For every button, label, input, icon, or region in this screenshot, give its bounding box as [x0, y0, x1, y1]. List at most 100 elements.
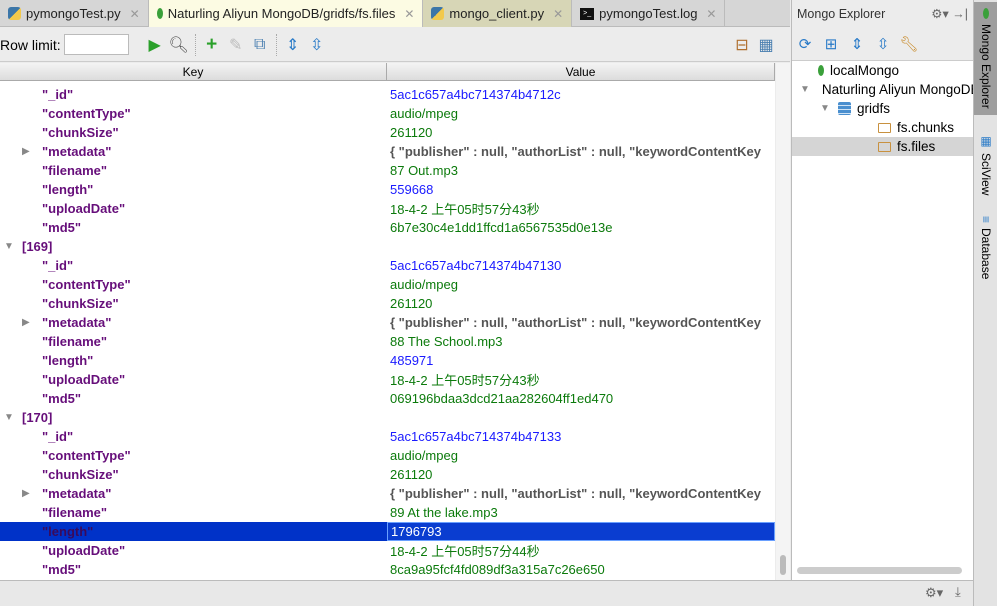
python-icon: [8, 7, 21, 20]
gear-icon[interactable]: ⚙▾: [931, 7, 948, 21]
gear-icon[interactable]: ⚙▾: [925, 585, 943, 601]
node-label: localMongo: [830, 63, 900, 78]
vertical-scrollbar[interactable]: [776, 63, 790, 580]
folder-icon: [878, 122, 891, 133]
value-cell: 88 The School.mp3: [390, 334, 503, 349]
key-cell: "filename": [0, 161, 387, 180]
close-icon[interactable]: ✕: [706, 7, 716, 21]
field-row[interactable]: "contentType" audio/mpeg: [0, 275, 775, 294]
add-icon[interactable]: +: [200, 34, 224, 56]
field-row[interactable]: "md5" 6b7e30c4e1dd1ffcd1a6567535d0e13e: [0, 218, 775, 237]
field-row[interactable]: "filename" 89 At the lake.mp3: [0, 503, 775, 522]
tree-view-icon[interactable]: ⊟: [730, 35, 754, 55]
collapse-all-icon[interactable]: ⇳: [873, 35, 893, 53]
hide-panel-icon[interactable]: →|: [952, 7, 968, 21]
value-cell: 1796793: [387, 522, 775, 541]
expanded-arrow-icon[interactable]: ▼: [4, 412, 14, 423]
table-view-icon[interactable]: ▦: [754, 35, 778, 55]
field-row[interactable]: "_id" 5ac1c657a4bc714374b47130: [0, 256, 775, 275]
value-cell: 6b7e30c4e1dd1ffcd1a6567535d0e13e: [390, 220, 613, 235]
tab-2[interactable]: mongo_client.py ✕: [423, 0, 573, 27]
key-text: "_id": [42, 87, 74, 102]
tree-node-fs-chunks[interactable]: fs.chunks: [792, 118, 974, 137]
side-tab-sciview[interactable]: ▦ SciView: [974, 128, 997, 201]
tree-node-fs-files[interactable]: fs.files: [792, 137, 974, 156]
field-row[interactable]: "contentType" audio/mpeg: [0, 446, 775, 465]
key-text: "metadata": [42, 315, 112, 330]
expand-all-icon[interactable]: ⇕: [281, 35, 305, 55]
document-row[interactable]: ▼ [170]: [0, 408, 775, 427]
settings-wrench-icon[interactable]: 🔧︎: [899, 35, 919, 53]
field-row[interactable]: "filename" 88 The School.mp3: [0, 332, 775, 351]
field-row[interactable]: "chunkSize" 261120: [0, 294, 775, 313]
column-key[interactable]: Key: [0, 63, 387, 80]
field-row[interactable]: "length" 1796793: [0, 522, 775, 541]
value-cell: 5ac1c657a4bc714374b47130: [390, 258, 562, 273]
value-cell: 261120: [390, 467, 433, 482]
key-cell: "length": [0, 522, 387, 541]
value-cell: [387, 408, 775, 427]
key-cell: "md5": [0, 218, 387, 237]
field-row[interactable]: "chunkSize" 261120: [0, 465, 775, 484]
column-value[interactable]: Value: [387, 63, 775, 80]
field-row[interactable]: ▶ "metadata" { "publisher" : null, "author…: [0, 142, 775, 161]
field-row[interactable]: "_id" 5ac1c657a4bc714374b4712c: [0, 85, 775, 104]
key-text: "chunkSize": [42, 125, 119, 140]
key-cell: "_id": [0, 256, 387, 275]
field-row[interactable]: "length" 485971: [0, 351, 775, 370]
scroll-thumb[interactable]: [780, 555, 786, 575]
collapsed-arrow-icon[interactable]: ▶: [22, 317, 30, 328]
tab-0[interactable]: pymongoTest.py ✕: [0, 0, 149, 27]
query-icon[interactable]: ⊞: [821, 35, 841, 53]
key-text: "_id": [42, 258, 74, 273]
key-text: "md5": [42, 562, 82, 577]
collapse-all-icon[interactable]: ⇳: [305, 35, 329, 55]
expanded-arrow-icon[interactable]: ▼: [4, 241, 14, 252]
field-row[interactable]: ▶ "metadata" { "publisher" : null, "author…: [0, 313, 775, 332]
close-icon[interactable]: ✕: [130, 7, 140, 21]
close-icon[interactable]: ✕: [404, 7, 414, 21]
key-text: "md5": [42, 391, 82, 406]
side-tab-mongo-explorer[interactable]: Mongo Explorer: [974, 2, 997, 115]
tree-node-localmongo[interactable]: localMongo: [792, 61, 974, 80]
edit-icon[interactable]: ✎: [224, 35, 248, 55]
field-row[interactable]: "uploadDate" 18-4-2 上午05时57分43秒: [0, 199, 775, 218]
field-row[interactable]: "chunkSize" 261120: [0, 123, 775, 142]
tab-label: pymongoTest.py: [26, 6, 121, 21]
key-text: "_id": [42, 429, 74, 444]
tree-node-naturling-aliyun-mongodb[interactable]: ▼ Naturling Aliyun MongoDB: [792, 80, 974, 99]
collapsed-arrow-icon[interactable]: ▶: [22, 146, 30, 157]
expand-all-icon[interactable]: ⇕: [847, 35, 867, 53]
key-cell: "_id": [0, 85, 387, 104]
field-row[interactable]: "length" 559668: [0, 180, 775, 199]
key-text: "contentType": [42, 448, 131, 463]
field-row[interactable]: "_id" 5ac1c657a4bc714374b47133: [0, 427, 775, 446]
field-row[interactable]: "md5" 069196bdaa3dcd21aa282604ff1ed470: [0, 389, 775, 408]
field-row[interactable]: "uploadDate" 18-4-2 上午05时57分44秒: [0, 541, 775, 560]
search-icon[interactable]: 🔍︎: [167, 35, 191, 55]
mongo-leaf-icon: [156, 8, 163, 19]
refresh-icon[interactable]: ⟳: [795, 35, 815, 53]
tree-node-gridfs[interactable]: ▼ gridfs: [792, 99, 974, 118]
field-row[interactable]: "filename" 87 Out.mp3: [0, 161, 775, 180]
field-row[interactable]: "md5" 8ca9a95fcf4fd089df3a315a7c26e650: [0, 560, 775, 579]
key-text: [169]: [22, 239, 53, 254]
field-row[interactable]: ▶ "metadata" { "publisher" : null, "author…: [0, 484, 775, 503]
tab-3[interactable]: >_ pymongoTest.log ✕: [572, 0, 726, 27]
horizontal-scrollbar[interactable]: [797, 567, 962, 574]
document-row[interactable]: ▼ [169]: [0, 237, 775, 256]
node-label: fs.chunks: [897, 120, 955, 135]
side-tab-label: SciView: [979, 153, 993, 196]
field-row[interactable]: "uploadDate" 18-4-2 上午05时57分43秒: [0, 370, 775, 389]
expand-arrow-icon[interactable]: ▼: [800, 84, 810, 95]
tab-1[interactable]: Naturling Aliyun MongoDB/gridfs/fs.files…: [148, 0, 424, 27]
field-row[interactable]: "contentType" audio/mpeg: [0, 104, 775, 123]
run-icon[interactable]: ▶: [143, 35, 167, 55]
side-tab-database[interactable]: ≡ Database: [974, 210, 997, 285]
expand-arrow-icon[interactable]: ▼: [820, 103, 832, 114]
collapsed-arrow-icon[interactable]: ▶: [22, 488, 30, 499]
download-icon[interactable]: ⤓: [955, 584, 961, 600]
row-limit-input[interactable]: [63, 34, 129, 55]
close-icon[interactable]: ✕: [553, 7, 563, 21]
copy-icon[interactable]: ⧉: [248, 36, 272, 54]
